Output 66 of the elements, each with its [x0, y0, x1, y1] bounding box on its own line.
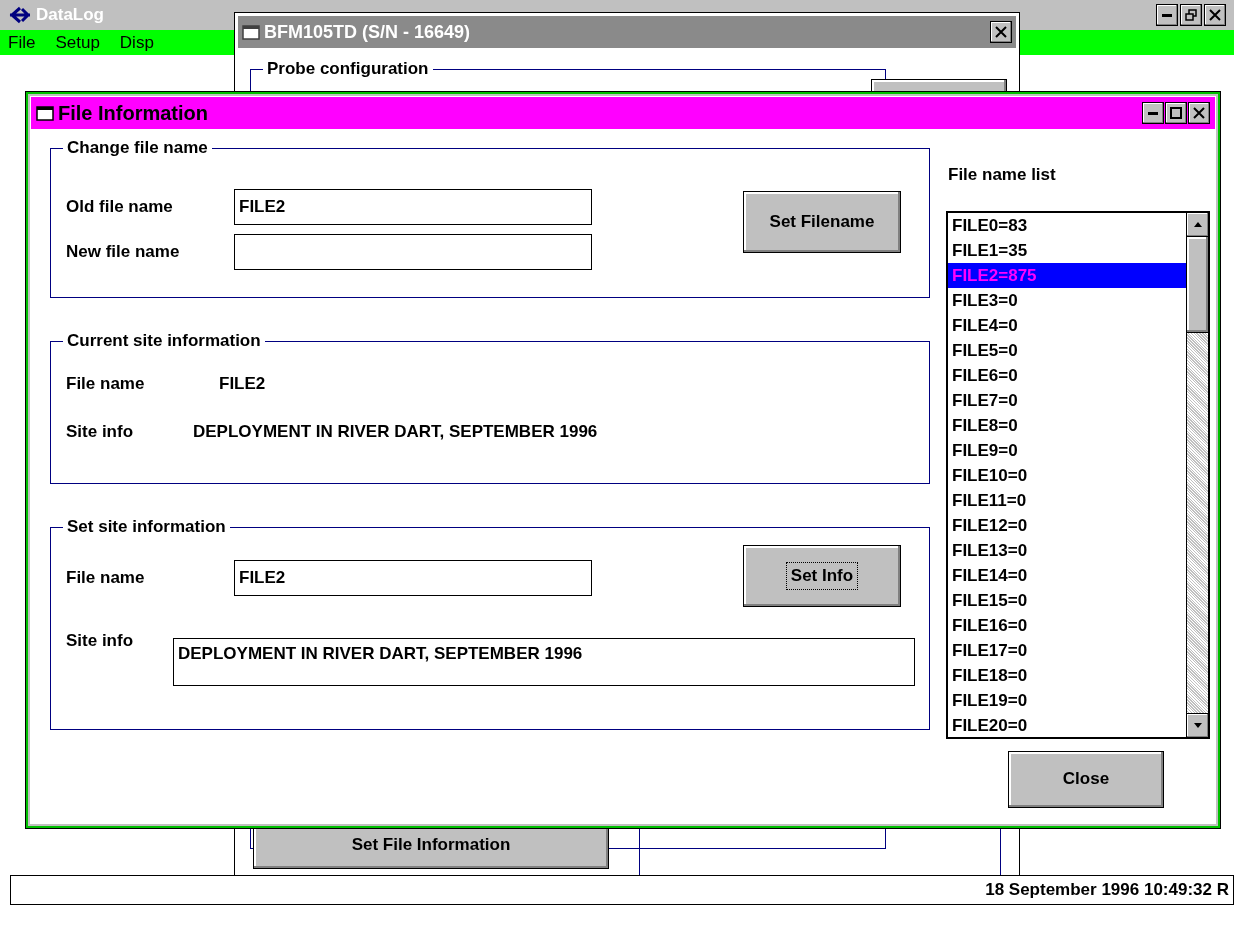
list-item[interactable]: FILE20=0: [948, 712, 1186, 738]
field-label: File name: [66, 373, 146, 395]
maximize-button[interactable]: [1165, 102, 1187, 124]
list-item[interactable]: FILE11=0: [948, 487, 1186, 513]
list-title: File name list: [948, 164, 1057, 186]
list-item[interactable]: FILE19=0: [948, 687, 1186, 713]
field-label: Old file name: [66, 196, 174, 219]
minimize-icon: [1162, 13, 1172, 17]
status-text: 18 September 1996 10:49:32 R: [985, 879, 1229, 902]
menu-item[interactable]: Disp: [119, 29, 154, 56]
list-item[interactable]: FILE6=0: [948, 362, 1186, 388]
restore-button[interactable]: [1180, 4, 1202, 26]
list-item[interactable]: FILE9=0: [948, 437, 1186, 463]
app-title: DataLog: [36, 4, 104, 27]
field-label: New file name: [66, 241, 181, 264]
up-arrow-icon: [1193, 221, 1202, 227]
list-item[interactable]: FILE16=0: [948, 612, 1186, 638]
list-item[interactable]: FILE13=0: [948, 537, 1186, 563]
list-item[interactable]: FILE15=0: [948, 587, 1186, 613]
restore-icon: [1185, 9, 1197, 21]
list-item[interactable]: FILE1=35: [948, 237, 1186, 263]
minimize-icon: [1148, 111, 1158, 115]
close-button[interactable]: [990, 21, 1012, 43]
dialog-title: File Information: [58, 101, 208, 126]
field-label: Site info: [66, 630, 134, 652]
list-item[interactable]: FILE10=0: [948, 462, 1186, 488]
close-icon: [1209, 9, 1221, 21]
window-icon: [242, 24, 260, 40]
list-item[interactable]: FILE17=0: [948, 637, 1186, 663]
close-button[interactable]: Close: [1008, 750, 1164, 808]
close-button[interactable]: [1188, 102, 1210, 124]
minimize-button[interactable]: [1156, 4, 1178, 26]
scroll-down-button[interactable]: [1187, 712, 1208, 737]
minimize-button[interactable]: [1142, 102, 1164, 124]
set-info-button[interactable]: Set Info: [743, 545, 901, 607]
info-value: FILE2: [219, 373, 267, 395]
window-icon: [36, 105, 54, 121]
input-field[interactable]: DEPLOYMENT IN RIVER DART, SEPTEMBER 1996: [173, 638, 915, 686]
down-arrow-icon: [1193, 722, 1202, 728]
field-label: File name: [66, 567, 146, 590]
menu-item[interactable]: Setup: [55, 29, 100, 56]
input-field[interactable]: FILE2: [234, 189, 592, 225]
window-title: BFM105TD (S/N - 16649): [264, 20, 471, 44]
input-field[interactable]: FILE2: [234, 560, 592, 596]
logo-icon: [8, 6, 32, 24]
input-field[interactable]: [234, 234, 592, 270]
list-item[interactable]: FILE14=0: [948, 562, 1186, 588]
scroll-up-button[interactable]: [1187, 212, 1208, 237]
close-icon: [1193, 107, 1205, 119]
list-item[interactable]: FILE18=0: [948, 662, 1186, 688]
list-item[interactable]: FILE5=0: [948, 337, 1186, 363]
list-item[interactable]: FILE7=0: [948, 387, 1186, 413]
list-item[interactable]: FILE4=0: [948, 312, 1186, 338]
scroll-thumb[interactable]: [1187, 236, 1208, 333]
scrollbar[interactable]: [1186, 212, 1208, 737]
info-value: DEPLOYMENT IN RIVER DART, SEPTEMBER 1996: [193, 420, 599, 443]
list-item[interactable]: FILE0=83: [948, 212, 1186, 238]
close-button[interactable]: [1204, 4, 1226, 26]
menu-item[interactable]: File: [8, 29, 36, 56]
list-item[interactable]: FILE12=0: [948, 512, 1186, 538]
list-item[interactable]: FILE8=0: [948, 412, 1186, 438]
maximize-icon: [1170, 107, 1182, 119]
list-item[interactable]: FILE3=0: [948, 287, 1186, 313]
field-label: Site info: [66, 420, 135, 443]
close-icon: [995, 26, 1007, 38]
set-filename-button[interactable]: Set Filename: [743, 191, 901, 253]
